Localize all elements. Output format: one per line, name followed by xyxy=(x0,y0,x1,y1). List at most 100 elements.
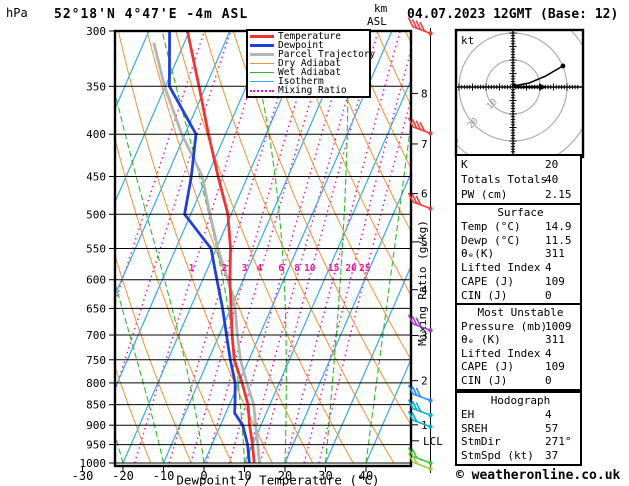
hodograph-unit-label: kt xyxy=(461,34,474,47)
mixing-ratio-label: 2 xyxy=(221,263,227,274)
wind-barb-shaft xyxy=(412,393,431,402)
index-row: PW (cm) 2.15 xyxy=(461,187,580,202)
isotherm-line xyxy=(0,31,27,463)
index-row: Temp (°C) 14.9 xyxy=(461,220,580,234)
index-label: θₑ (K) xyxy=(461,333,501,347)
index-row: Lifted Index 4 xyxy=(461,261,580,275)
pressure-tick-label: 300 xyxy=(86,25,106,38)
hodograph-panel: Hodograph EH 4 SREH 57 StmDir 271° StmSpd (… xyxy=(455,391,582,466)
dry-adiabat-line xyxy=(0,31,29,463)
index-value: 57 xyxy=(545,421,559,435)
index-value: 0 xyxy=(545,288,552,302)
legend-label: Mixing Ratio xyxy=(278,85,347,96)
mixing-ratio-label: 10 xyxy=(304,263,316,274)
lcl-label: LCL xyxy=(423,435,443,448)
isotherm-line xyxy=(115,31,150,111)
asl-axis-label: ASL xyxy=(367,15,387,28)
index-label: CIN (J) xyxy=(461,373,508,387)
index-value: 20 xyxy=(545,158,559,171)
station-title: 52°18'N 4°47'E -4m ASL xyxy=(54,7,249,22)
pressure-tick-label: 450 xyxy=(86,170,106,183)
pressure-tick-label: 600 xyxy=(86,274,106,287)
parcel-trajectory-curve xyxy=(152,42,261,464)
wet-adiabat-line xyxy=(115,89,205,464)
mixing-ratio-label: 15 xyxy=(328,263,340,274)
index-row: EH 4 xyxy=(461,408,580,422)
pressure-tick-label: 400 xyxy=(86,128,106,141)
mixing-ratio-label: 8 xyxy=(294,263,300,274)
index-value: 311 xyxy=(545,247,565,261)
km-axis-label: km xyxy=(374,2,388,15)
wind-barb-shaft xyxy=(412,461,431,470)
index-label: Lifted Index xyxy=(461,346,541,360)
index-label: θₑ(K) xyxy=(461,247,495,261)
index-value: 1009 xyxy=(545,319,572,333)
mixing-ratio-label: 6 xyxy=(278,263,284,274)
legend-item-mixing-ratio: Mixing Ratio xyxy=(250,86,367,95)
mixing-ratio-label: 3 xyxy=(242,263,248,274)
hodograph-trace xyxy=(514,65,564,87)
index-label: Totals Totals xyxy=(461,173,548,186)
index-value: 11.5 xyxy=(545,233,572,247)
index-label: Pressure (mb) xyxy=(461,319,548,333)
pressure-tick-label: 950 xyxy=(86,439,106,452)
index-value: 37 xyxy=(545,449,559,463)
index-label: Dewp (°C) xyxy=(461,233,521,247)
wind-barb-shaft xyxy=(412,26,431,35)
wind-barb-shaft xyxy=(412,126,431,135)
skewt-sounding-page: 300 350 400 450 500 550 600 650 700 750 800 850 900 9… xyxy=(0,0,629,486)
index-label: CIN (J) xyxy=(461,288,508,302)
run-date: 04.07.2023 12GMT (Base: 12) xyxy=(407,7,619,22)
index-value: 271° xyxy=(545,435,572,449)
index-row: StmDir 271° xyxy=(461,435,580,449)
wind-barb-shaft xyxy=(412,407,431,416)
credit: © weatheronline.co.uk xyxy=(456,468,621,483)
index-row: θₑ (K) 311 xyxy=(461,333,580,347)
surface-panel-title: Surface xyxy=(497,206,544,219)
index-label: PW (cm) xyxy=(461,188,508,201)
index-value: 4 xyxy=(545,346,552,360)
index-row: θₑ(K) 311 xyxy=(461,247,580,261)
index-value: 109 xyxy=(545,274,565,288)
storm-motion-arrowhead xyxy=(539,83,548,91)
parcel-line-swatch xyxy=(250,53,274,56)
mixing-ratio-label: 4 xyxy=(257,263,263,274)
mixing-ratio-label: 20 xyxy=(345,263,357,274)
km-tick-label: 7 xyxy=(421,138,428,151)
isotherm-line xyxy=(0,31,68,463)
index-row: SREH 57 xyxy=(461,422,580,436)
pressure-tick-label: 750 xyxy=(86,354,106,367)
wet-adiabat-line xyxy=(115,281,165,464)
wet-adiabat-line xyxy=(0,31,42,463)
temperature-axis: -30 -20 -10 0 10 20 30 40Dewpoint / Temperature… xyxy=(72,467,380,486)
wet-adiabat-line-swatch xyxy=(250,72,274,73)
pressure-tick-label: 500 xyxy=(86,208,106,221)
wet-adiabat-line xyxy=(115,433,124,464)
pressure-axis-unit: hPa xyxy=(6,6,28,20)
index-value: 40 xyxy=(545,173,559,186)
surface-panel: Surface Temp (°C) 14.9 Dewp (°C) 11.5 θₑ(K… xyxy=(455,203,582,306)
index-label: StmSpd (kt) xyxy=(461,449,534,463)
index-label: SREH xyxy=(461,421,488,435)
index-value: 0 xyxy=(545,373,552,387)
mixing-ratio-label: 25 xyxy=(359,263,371,274)
mixing-ratio-line xyxy=(115,31,206,305)
index-row: CIN (J) 0 xyxy=(461,374,580,388)
index-label: Lifted Index xyxy=(461,261,541,275)
dewpoint-line-swatch xyxy=(250,44,274,47)
mixing-ratio-line-swatch xyxy=(250,89,274,92)
temp-tick-label: -30 xyxy=(72,469,94,483)
index-value: 4 xyxy=(545,407,552,421)
wind-barb-shaft xyxy=(412,201,431,210)
km-tick-label: 6 xyxy=(421,188,428,201)
hodograph-panel-title: Hodograph xyxy=(490,394,551,407)
most-unstable-panel-title: Most Unstable xyxy=(477,306,564,319)
index-row: CAPE (J) 109 xyxy=(461,275,580,289)
index-row: Pressure (mb) 1009 xyxy=(461,320,580,334)
temperature-curve xyxy=(186,31,256,464)
index-label: CAPE (J) xyxy=(461,274,514,288)
temperature-axis-title: Dewpoint / Temperature (°C) xyxy=(176,473,379,486)
hodograph-trace-end-dot xyxy=(560,63,566,69)
isotherm-line xyxy=(115,31,271,390)
km-tick-label: 2 xyxy=(421,375,428,388)
